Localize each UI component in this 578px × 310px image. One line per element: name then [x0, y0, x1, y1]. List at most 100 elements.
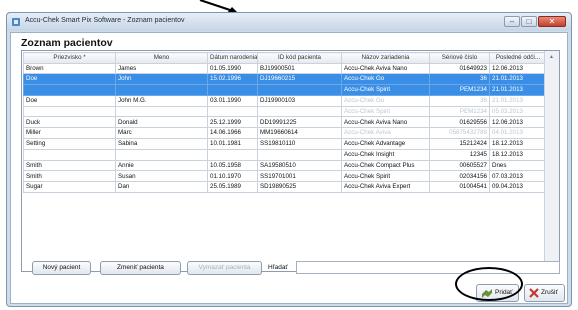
title-bar: Accu-Chek Smart Pix Software - Zoznam pa… — [7, 13, 571, 31]
table-cell-serial: 12345 — [429, 148, 490, 161]
cancel-button[interactable]: Zrušiť — [524, 284, 565, 302]
cancel-icon — [529, 288, 539, 298]
table-cell-surname — [23, 148, 116, 161]
table-cell-device: Accu-Chek Spirit — [341, 105, 430, 118]
table-cell-dob — [207, 84, 258, 96]
col-header-device[interactable]: Názov zariadenia — [341, 52, 430, 64]
patient-table: Priezvisko * Meno Dátum narodenia ID kód… — [21, 50, 560, 272]
table-cell-name: Susan — [115, 170, 208, 183]
table-cell-dob — [207, 148, 258, 161]
col-header-patient-id[interactable]: ID kód pacienta — [257, 52, 342, 64]
table-cell-surname: Doe — [23, 73, 116, 86]
table-cell-device: Accu-Chek Aviva Nano — [341, 62, 430, 75]
table-cell-last: 21.01.2013 — [489, 94, 547, 107]
table-cell-serial: 01629556 — [429, 116, 490, 129]
table-cell-dob: 03.01.1990 — [207, 94, 258, 107]
table-cell-name — [115, 148, 208, 161]
col-header-surname[interactable]: Priezvisko * — [23, 52, 116, 64]
window-title: Accu-Chek Smart Pix Software - Zoznam pa… — [25, 17, 185, 24]
table-cell-device: Accu-Chek Aviva — [341, 127, 430, 140]
col-header-last-read[interactable]: Posledné odčí... — [489, 52, 547, 64]
search-label: Hľadať — [268, 264, 288, 271]
table-cell-name — [115, 105, 208, 118]
table-cell-serial: PEM1234 — [429, 84, 490, 96]
table-cell-device: Accu-Chek Advantage — [341, 138, 430, 150]
table-cell-id: DD19991225 — [257, 116, 342, 129]
table-cell-dob: 25.05.1989 — [207, 181, 258, 194]
table-cell-name: Annie — [115, 159, 208, 172]
table-cell-last: 18.12.2013 — [489, 148, 547, 161]
table-row[interactable]: Smith Annie 10.05.1958 SA19580510 Accu-Chek … — [23, 159, 547, 172]
table-row[interactable]: Smith Susan 01.10.1970 SS19701001 Accu-Chek … — [23, 170, 547, 183]
table-row[interactable]: Accu-Chek Spirit PEM1234 05.03.2013 — [23, 105, 547, 118]
table-cell-serial: PEM1234 — [429, 105, 490, 118]
minimize-button[interactable]: – — [504, 16, 520, 27]
table-cell-surname — [23, 105, 116, 118]
table-cell-name: Sabina — [115, 138, 208, 150]
table-cell-surname: Miller — [23, 127, 116, 140]
table-row[interactable]: Doe John 15.02.1996 DJ19660215 Accu-Chek Go 3… — [23, 73, 547, 86]
table-cell-id: MM19660614 — [257, 127, 342, 140]
table-cell-last: 12.06.2013 — [489, 62, 547, 75]
table-cell-id: DJ19660215 — [257, 73, 342, 86]
table-row[interactable]: Doe John M.G. 03.01.1990 DJ19900103 Accu-Che… — [23, 94, 547, 107]
table-cell-surname: Smith — [23, 170, 116, 183]
col-header-dob[interactable]: Dátum narodenia — [207, 52, 258, 64]
table-cell-serial: 15212424 — [429, 138, 490, 150]
table-cell-name: Donald — [115, 116, 208, 129]
scroll-up-icon[interactable]: ▲ — [546, 52, 557, 62]
table-cell-dob: 15.02.1996 — [207, 73, 258, 86]
table-row[interactable]: Duck Donald 25.12.1999 DD19991225 Accu-Chek … — [23, 116, 547, 129]
table-row[interactable]: Accu-Chek Spirit PEM1234 21.01.2013 — [23, 84, 547, 96]
table-cell-id — [257, 148, 342, 161]
vertical-scrollbar[interactable]: ▲ ▼ — [544, 51, 559, 271]
table-cell-surname: Brown — [23, 62, 116, 75]
table-cell-last: 05.03.2013 — [489, 105, 547, 118]
col-header-serial[interactable]: Sériové číslo — [429, 52, 490, 64]
client-area: Zoznam pacientov Priezvisko * Meno Dátum… — [10, 32, 568, 304]
search-input[interactable] — [296, 261, 560, 274]
table-cell-surname: Duck — [23, 116, 116, 129]
table-cell-id — [257, 105, 342, 118]
new-patient-button[interactable]: Nový pacient — [32, 261, 91, 275]
table-cell-dob: 10.05.1958 — [207, 159, 258, 172]
maximize-button[interactable]: □ — [521, 16, 537, 27]
table-cell-dob: 01.05.1990 — [207, 62, 258, 75]
table-cell-name: John — [115, 73, 208, 86]
table-cell-device: Accu-Chek Spirit — [341, 170, 430, 183]
col-header-name[interactable]: Meno — [115, 52, 208, 64]
close-button[interactable]: ✕ — [538, 16, 566, 27]
table-cell-serial: 05875432789 — [429, 127, 490, 140]
table-row[interactable]: Setting Sabina 10.01.1981 SS19810110 Accu-Ch… — [23, 138, 547, 150]
table-cell-last: 21.01.2013 — [489, 84, 547, 96]
table-cell-serial: 00605527 — [429, 159, 490, 172]
table-cell-surname: Setting — [23, 138, 116, 150]
table-row[interactable]: Accu-Chek Insight 12345 18.12.2013 — [23, 148, 547, 161]
table-cell-name — [115, 84, 208, 96]
table-cell-serial: 36 — [429, 73, 490, 86]
table-cell-surname: Doe — [23, 94, 116, 107]
table-cell-last: 18.12.2013 — [489, 138, 547, 150]
cancel-label: Zrušiť — [541, 289, 558, 296]
table-cell-id: SS19810110 — [257, 138, 342, 150]
table-cell-serial: 36 — [429, 94, 490, 107]
table-cell-last: 04.01.2013 — [489, 127, 547, 140]
table-cell-device: Accu-Chek Go — [341, 94, 430, 107]
table-row[interactable]: Brown James 01.05.1990 BJ19900501 Accu-Chek … — [23, 62, 547, 75]
table-cell-last: 21.01.2013 — [489, 73, 547, 86]
table-cell-name: James — [115, 62, 208, 75]
table-row[interactable]: Miller Marc 14.06.1966 MM19660614 Accu-Chek … — [23, 127, 547, 140]
table-cell-device: Accu-Chek Compact Plus — [341, 159, 430, 172]
main-window: Accu-Chek Smart Pix Software - Zoznam pa… — [6, 12, 572, 307]
table-cell-last: 12.06.2013 — [489, 116, 547, 129]
table-cell-last: 09.04.2013 — [489, 181, 547, 194]
table-row[interactable]: Sugar Dan 25.05.1989 SD19890525 Accu-Chek Av… — [23, 181, 547, 194]
table-cell-device: Accu-Chek Go — [341, 73, 430, 86]
table-cell-name: Marc — [115, 127, 208, 140]
table-cell-dob: 01.10.1970 — [207, 170, 258, 183]
table-cell-serial: 01004541 — [429, 181, 490, 194]
delete-patient-button[interactable]: Vymazať pacienta — [187, 261, 262, 275]
table-cell-serial: 02034156 — [429, 170, 490, 183]
edit-patient-button[interactable]: Zmeniť pacienta — [100, 261, 181, 275]
table-cell-device: Accu-Chek Spirit — [341, 84, 430, 96]
